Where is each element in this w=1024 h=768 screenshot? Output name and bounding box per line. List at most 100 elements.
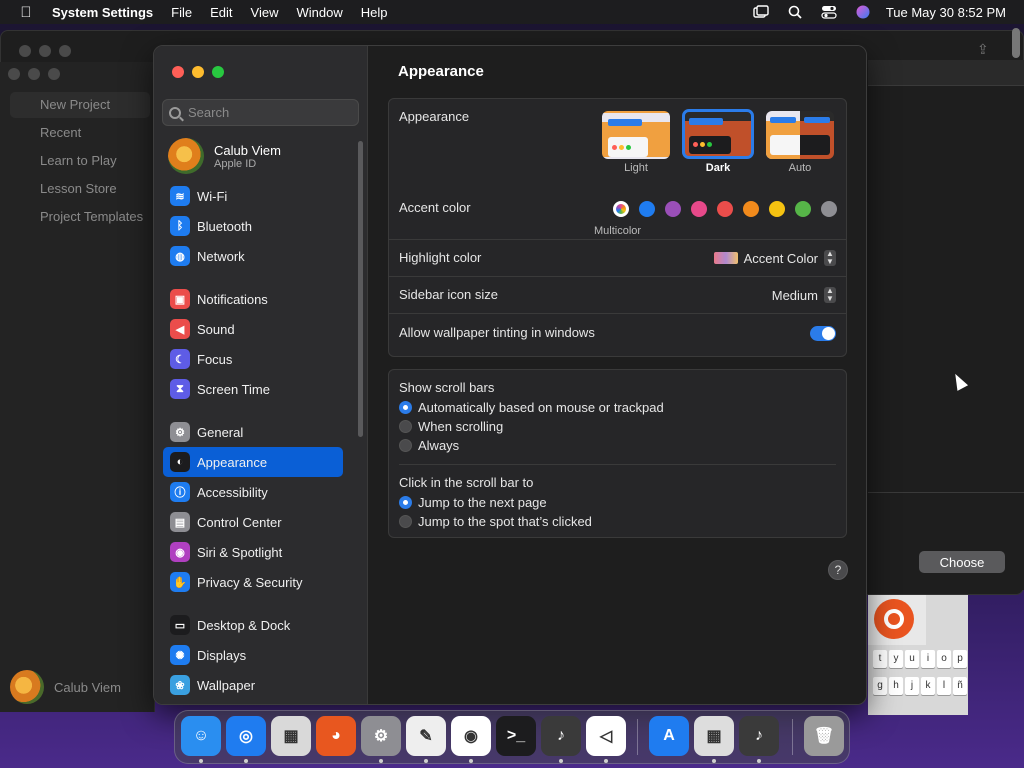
bg2-zoom-button[interactable] [48, 68, 60, 80]
sidebar-item-focus[interactable]: ☾ Focus [163, 344, 343, 374]
sidebar-item-label: Privacy & Security [197, 574, 303, 590]
accent-color-swatch[interactable] [743, 201, 759, 217]
accent-color-swatch[interactable] [665, 201, 681, 217]
sidebar-item-bluetooth[interactable]: ᛒ Bluetooth [163, 211, 343, 241]
accent-color-swatch[interactable] [691, 201, 707, 217]
bg-zoom-button[interactable] [59, 45, 71, 57]
radio-scroll-when-scrolling[interactable]: When scrolling [399, 419, 503, 434]
siri-icon[interactable] [846, 0, 880, 24]
dock-system-settings-icon[interactable]: ⚙ [361, 716, 401, 756]
dock-finder-icon[interactable]: ☺ [181, 716, 221, 756]
theme-light-thumbnail[interactable] [602, 111, 670, 159]
sidebar-item-general[interactable]: ⚙ General [163, 417, 343, 447]
bg-nav-recent[interactable]: Recent [10, 120, 150, 146]
screen-mirroring-icon[interactable] [744, 0, 778, 24]
bg-minimize-button[interactable] [39, 45, 51, 57]
radio-jump-next-page[interactable]: Jump to the next page [399, 495, 547, 510]
menu-help[interactable]: Help [352, 5, 397, 20]
dock-trash-icon[interactable]: 🗑 [804, 716, 844, 756]
share-icon[interactable]: ⇪ [977, 41, 989, 58]
radio-jump-to-spot[interactable]: Jump to the spot that’s clicked [399, 514, 592, 529]
system-settings-window: Calub Viem Apple ID ≋ Wi-Fi ᛒ Bluetooth ◍ Net… [153, 45, 867, 705]
dock-textedit-icon[interactable]: ✎ [406, 716, 446, 756]
menu-view[interactable]: View [242, 5, 288, 20]
sidebar-icon-size-popup[interactable]: Medium ▲ ▼ [772, 287, 836, 303]
bg2-close-button[interactable] [8, 68, 20, 80]
accent-color-label: Accent color [399, 200, 471, 215]
sidebar-item-wi-fi[interactable]: ≋ Wi-Fi [163, 181, 343, 211]
sidebar-item-accessibility[interactable]: ⓘ Accessibility [163, 477, 343, 507]
theme-dark-thumbnail[interactable] [682, 109, 754, 159]
dock-running-indicator [757, 759, 761, 763]
highlight-color-popup[interactable]: Accent Color ▲ ▼ [713, 250, 836, 266]
accent-color-swatch[interactable] [795, 201, 811, 217]
apple-id-account[interactable]: Calub Viem Apple ID [168, 138, 281, 174]
dock-garageband-icon[interactable]: ♪ [541, 716, 581, 756]
accent-color-swatch[interactable] [769, 201, 785, 217]
sidebar-item-sound[interactable]: ◀ Sound [163, 314, 343, 344]
menu-edit[interactable]: Edit [201, 5, 241, 20]
sidebar-item-control-center[interactable]: ▤ Control Center [163, 507, 343, 537]
spotlight-search-icon[interactable] [778, 0, 812, 24]
dock-chrome-icon[interactable]: ◉ [451, 716, 491, 756]
help-button[interactable]: ? [828, 560, 848, 580]
background-scrollbar[interactable] [1012, 28, 1020, 58]
sidebar-item-notifications[interactable]: ▣ Notifications [163, 284, 343, 314]
control-center-icon[interactable] [812, 0, 846, 24]
dock-firefox-icon[interactable]: ◕ [316, 716, 356, 756]
screen-time-icon: ⧗ [170, 379, 190, 399]
radio-scroll-always[interactable]: Always [399, 438, 459, 453]
sidebar-scrollbar[interactable] [358, 141, 363, 437]
dock-safari-icon[interactable]: ◎ [226, 716, 266, 756]
dock-running-indicator [604, 759, 608, 763]
sidebar-item-siri-spotlight[interactable]: ◉ Siri & Spotlight [163, 537, 343, 567]
app-menu[interactable]: System Settings [52, 5, 162, 20]
sidebar-item-appearance[interactable]: ◐ Appearance [163, 447, 343, 477]
key-u: u [905, 650, 919, 668]
sidebar-item-screen-time[interactable]: ⧗ Screen Time [163, 374, 343, 404]
search-field[interactable] [162, 99, 359, 126]
accent-color-swatch[interactable] [717, 201, 733, 217]
bg-nav-templates[interactable]: Project Templates [10, 204, 150, 230]
sidebar-item-label: Focus [197, 351, 233, 367]
sidebar-item-wallpaper[interactable]: ❀ Wallpaper [163, 670, 343, 700]
radio-scroll-automatic[interactable]: Automatically based on mouse or trackpad [399, 400, 664, 415]
search-input[interactable] [188, 105, 348, 120]
sidebar-item-displays[interactable]: ✺ Displays [163, 640, 343, 670]
radio-label: Always [418, 438, 460, 453]
wallpaper-tinting-label: Allow wallpaper tinting in windows [399, 325, 595, 340]
minimize-button[interactable] [192, 66, 204, 78]
dock-app-store-icon[interactable]: A [649, 716, 689, 756]
dock-terminal-icon[interactable]: >_ [496, 716, 536, 756]
menu-window[interactable]: Window [287, 5, 351, 20]
dock-running-indicator [379, 759, 383, 763]
bg-nav-learn[interactable]: Learn to Play [10, 148, 150, 174]
dock-garageband-2-icon[interactable]: ♪ [739, 716, 779, 756]
bg-nav-lesson-store[interactable]: Lesson Store [10, 176, 150, 202]
key-t: t [873, 650, 887, 668]
accent-color-swatch[interactable] [821, 201, 837, 217]
zoom-button[interactable] [212, 66, 224, 78]
notifications-icon: ▣ [170, 289, 190, 309]
close-button[interactable] [172, 66, 184, 78]
key-j: j [905, 677, 919, 695]
bg-nav-new-project[interactable]: New Project [10, 92, 150, 118]
sidebar-item-network[interactable]: ◍ Network [163, 241, 343, 271]
bg2-minimize-button[interactable] [28, 68, 40, 80]
apple-menu-icon[interactable]:  [0, 4, 52, 21]
menubar-clock[interactable]: Tue May 30 8:52 PM [880, 5, 1024, 20]
wallpaper-tinting-toggle[interactable] [810, 326, 836, 341]
menu-file[interactable]: File [162, 5, 201, 20]
dock-calculator-icon[interactable]: ▦ [694, 716, 734, 756]
bg-close-button[interactable] [19, 45, 31, 57]
theme-auto-thumbnail[interactable] [766, 111, 834, 159]
dock-vs-code-icon[interactable]: ◁ [586, 716, 626, 756]
sidebar-item-desktop-dock[interactable]: ▭ Desktop & Dock [163, 610, 343, 640]
radio-label: Jump to the next page [418, 495, 547, 510]
sidebar-item-label: Displays [197, 647, 247, 663]
sidebar-item-privacy-security[interactable]: ✋ Privacy & Security [163, 567, 343, 597]
choose-button[interactable]: Choose [919, 551, 1005, 573]
accent-color-swatch[interactable] [639, 201, 655, 217]
accent-color-swatch[interactable] [613, 201, 629, 217]
dock-launchpad-icon[interactable]: ▦ [271, 716, 311, 756]
